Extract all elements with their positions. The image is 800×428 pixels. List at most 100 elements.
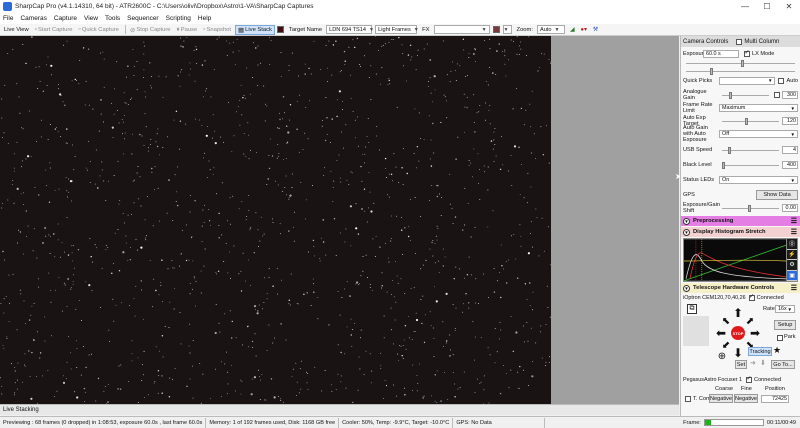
mount-connected-checkbox[interactable]	[748, 293, 755, 301]
status-leds-select[interactable]: On ▼	[719, 176, 798, 184]
auto-stretch-icon[interactable]: ⚡	[787, 249, 797, 260]
frame-type-select[interactable]: Light Frames ▼	[375, 25, 419, 34]
arrow-up-right-icon[interactable]: ⬈	[745, 316, 755, 327]
stop-button[interactable]: STOP	[731, 326, 745, 340]
exposure-fine-slider[interactable]	[686, 67, 795, 75]
show-data-button[interactable]: Show Data	[756, 190, 798, 200]
analogue-gain-slider[interactable]	[722, 91, 769, 99]
hamburger-menu-icon[interactable]: ☰	[791, 284, 797, 292]
reticle-color-icon[interactable]	[492, 26, 500, 33]
arrow-down-icon[interactable]: ⬇	[733, 346, 743, 360]
arrow-right-icon[interactable]: ➜	[750, 359, 756, 367]
black-level-input[interactable]: 400	[782, 161, 798, 169]
quick-picks-select[interactable]: ▼	[719, 76, 776, 85]
color-swatch-icon[interactable]	[276, 26, 284, 33]
usb-speed-slider[interactable]	[722, 146, 779, 154]
start-capture-button[interactable]: ▫ Start Capture	[33, 25, 75, 35]
arrow-down-left-icon[interactable]: ⬋	[721, 340, 731, 351]
reset-histogram-icon[interactable]: ⓪	[787, 239, 797, 250]
exposure-input[interactable]: 60.0 s	[703, 49, 739, 58]
target-name-select[interactable]: LDN 694 TS14 ▼	[326, 25, 374, 34]
stop-capture-button[interactable]: ⊘ Stop Capture	[128, 25, 173, 35]
fine-negative-button[interactable]: Negative	[734, 394, 758, 403]
live-stack-button[interactable]: ▦ Live Stack	[235, 24, 275, 35]
target-icon[interactable]: ⊕	[717, 351, 727, 362]
color-picker-icon[interactable]: ●▾	[578, 25, 588, 35]
menu-sequencer[interactable]: Sequencer	[127, 15, 158, 22]
auto-exp-target-input[interactable]: 120	[782, 117, 798, 125]
lx-mode-checkbox[interactable]	[744, 49, 750, 57]
exposure-fine-thumb[interactable]	[709, 67, 713, 75]
tools-icon[interactable]: ⚒	[591, 25, 600, 35]
usb-speed-input[interactable]: 4	[782, 146, 798, 154]
usb-speed-thumb[interactable]	[727, 146, 731, 154]
auto-exp-target-slider[interactable]	[722, 117, 779, 125]
temperature-compensation-checkbox[interactable]	[685, 395, 691, 402]
black-level-slider[interactable]	[722, 161, 779, 169]
star	[312, 185, 313, 187]
telescope-section[interactable]: ▼ Telescope Hardware Controls ☰	[681, 283, 800, 293]
hamburger-menu-icon[interactable]: ☰	[791, 228, 797, 236]
focuser-position-input[interactable]: 72425	[761, 394, 789, 403]
black-level-thumb[interactable]	[722, 161, 725, 169]
minimize-button[interactable]: —	[734, 0, 756, 13]
exp-gain-shift-thumb[interactable]	[747, 204, 751, 212]
rate-select[interactable]: 16x ▼	[775, 305, 795, 313]
analogue-gain-thumb[interactable]	[729, 91, 733, 99]
exp-gain-shift-input[interactable]: 0.00	[782, 204, 798, 212]
maximize-button[interactable]: ☐	[756, 0, 778, 13]
goto-button[interactable]: Go To...	[771, 360, 795, 369]
menu-capture[interactable]: Capture	[54, 15, 77, 22]
close-button[interactable]: ✕	[778, 0, 800, 13]
preprocessing-section[interactable]: ▼ Preprocessing ☰	[681, 216, 800, 226]
fx-select[interactable]: ▼	[433, 25, 490, 34]
tracking-button[interactable]: Tracking	[748, 347, 772, 356]
save-stretch-icon[interactable]: ▣	[787, 270, 797, 281]
analogue-gain-input[interactable]: 300	[782, 91, 798, 99]
menu-tools[interactable]: Tools	[105, 15, 120, 22]
auto-gain-select[interactable]: Off ▼	[719, 130, 798, 138]
arrow-left-icon[interactable]: ⬅	[716, 326, 726, 340]
auto-gain-checkbox[interactable]	[774, 92, 780, 98]
menu-view[interactable]: View	[84, 15, 98, 22]
pause-button[interactable]: ⏸ Pause	[175, 25, 200, 35]
quick-capture-button[interactable]: ▫ Quick Capture	[77, 25, 121, 35]
exposure-slider[interactable]	[686, 59, 795, 67]
frame-rate-select[interactable]: Maximum ▼	[719, 104, 798, 112]
coarse-negative-button[interactable]: Negative	[709, 394, 733, 403]
exposure-slider-thumb[interactable]	[740, 59, 744, 67]
arrow-down-icon[interactable]: ⬇	[760, 359, 766, 367]
zoom-select[interactable]: Auto ▼	[536, 25, 565, 34]
arrow-up-left-icon[interactable]: ⬉	[721, 316, 731, 327]
image-viewport[interactable]	[0, 36, 679, 404]
menu-scripting[interactable]: Scripting	[166, 15, 191, 22]
menu-cameras[interactable]: Cameras	[20, 15, 46, 22]
auto-exposure-checkbox[interactable]	[778, 77, 785, 84]
live-view-button[interactable]: Live View	[2, 25, 31, 35]
star	[150, 85, 152, 87]
multi-column-checkbox[interactable]	[736, 38, 743, 45]
stretch-settings-icon[interactable]: ⚙	[787, 260, 797, 271]
arrow-up-icon[interactable]: ⬆	[733, 306, 743, 320]
menu-help[interactable]: Help	[198, 15, 211, 22]
snapshot-button[interactable]: ▫ Snapshot	[201, 25, 233, 35]
star	[121, 302, 122, 304]
arrow-right-icon[interactable]: ➡	[750, 326, 760, 340]
star	[520, 48, 522, 50]
focuser-connected-checkbox[interactable]	[746, 375, 753, 383]
set-button[interactable]: Set	[735, 360, 747, 369]
auto-exp-target-thumb[interactable]	[744, 117, 748, 125]
live-stacking-tab[interactable]: Live Stacking	[0, 404, 679, 415]
hamburger-menu-icon[interactable]: ☰	[791, 217, 797, 225]
park-checkbox[interactable]	[777, 335, 783, 341]
reticle-select[interactable]: ▼	[502, 25, 512, 34]
histogram-icon[interactable]: ◢	[568, 25, 576, 35]
sync-icon[interactable]: ⧉	[687, 304, 697, 314]
histogram-section[interactable]: ▼ Display Histogram Stretch ☰	[681, 227, 800, 237]
histogram-display[interactable]: ⓪ ⚡ ⚙ ▣	[683, 238, 798, 282]
star-icon[interactable]: ★	[773, 345, 781, 356]
star	[415, 167, 417, 169]
menu-file[interactable]: File	[3, 15, 13, 22]
exp-gain-shift-slider[interactable]	[722, 204, 779, 212]
setup-button[interactable]: Setup	[774, 320, 796, 330]
